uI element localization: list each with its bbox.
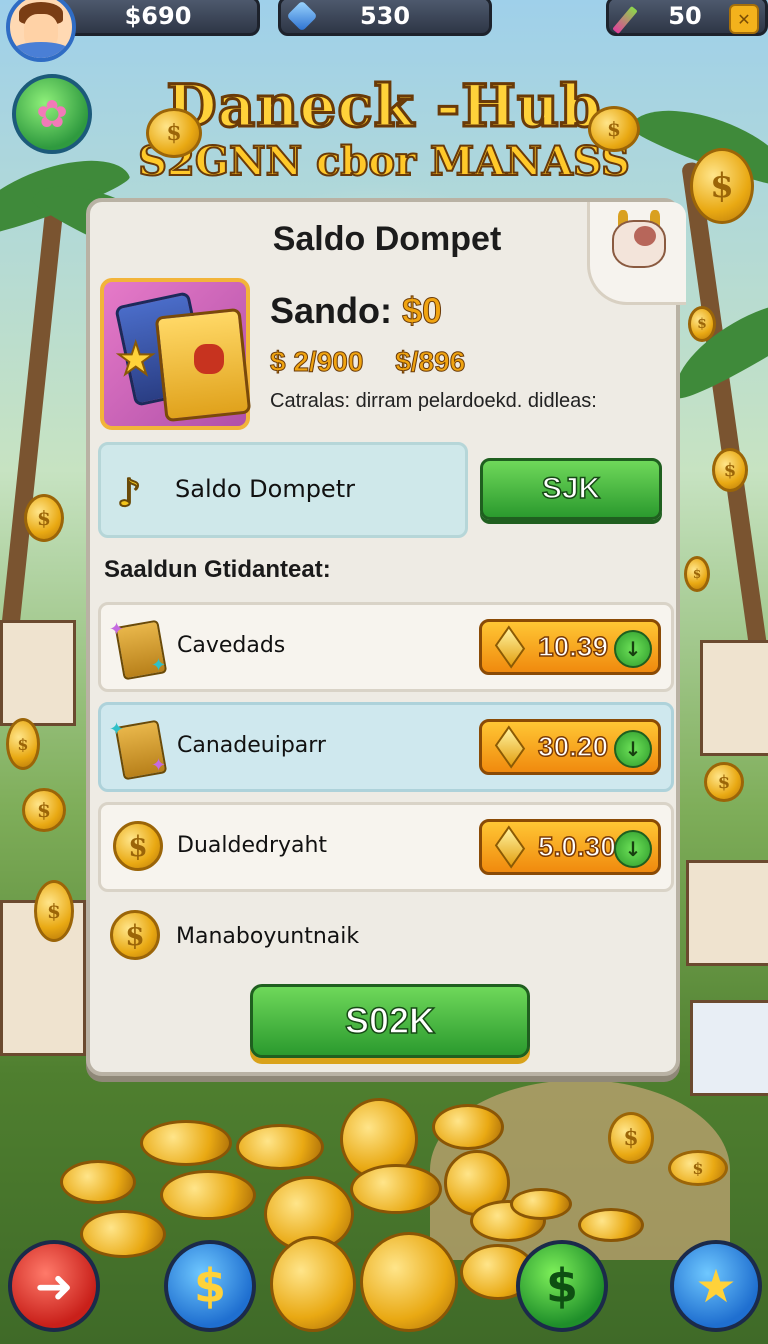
game-subtitle: S2GNN cbor MANASS (137, 137, 631, 186)
sparkle-icon: ✦ (151, 755, 167, 776)
list-item[interactable]: ✦ ✦ Cavedads 10.39 ↓ (98, 602, 674, 692)
sub-amounts: $ 2/900 $/896 (269, 346, 489, 378)
house-left (0, 620, 76, 726)
house-right-bottom (690, 1000, 768, 1096)
floating-coin-icon: $ (608, 1112, 654, 1164)
coin-pile (578, 1208, 644, 1242)
wallet-label: Saldo Dompetr (175, 475, 355, 503)
card-icon: ✦ ✦ (109, 619, 168, 681)
gem-value: 530 (359, 2, 411, 30)
sparkle-icon: ✦ (109, 619, 125, 640)
item-label: Cavedads (177, 633, 286, 658)
wallet-confirm-label: SJK (541, 471, 601, 506)
coin-pile (80, 1210, 166, 1258)
card-pack-image: ★ (100, 278, 252, 430)
pencil-value: 50 (668, 2, 702, 30)
wallet-confirm-button[interactable]: SJK (480, 458, 662, 520)
floating-coin-icon: $ (704, 762, 744, 802)
gold-gem-icon (494, 825, 526, 869)
gold-gem-icon (494, 625, 526, 669)
wallet-panel: Saldo Dompet ★ Sando: $0 $ 2/900 $/896 C… (86, 198, 686, 1076)
pencil-icon (612, 5, 638, 35)
floating-coin-icon: $ (6, 718, 40, 770)
price-value: 10.39 (537, 630, 609, 663)
coin-icon: $ (110, 910, 160, 960)
floating-coin-icon: $ (22, 788, 66, 832)
price-button[interactable]: 5.0.30 ↓ (479, 819, 661, 875)
list-item-selected[interactable]: ✦ ✦ Canadeuiparr 30.20 ↓ (98, 702, 674, 792)
sparkle-icon: ✦ (151, 655, 167, 676)
coin-pile (160, 1170, 256, 1220)
item-label: Canadeuiparr (177, 733, 326, 758)
floating-coin-icon: $ (712, 448, 748, 492)
music-note-icon: ♪ (116, 470, 142, 516)
star-icon: ★ (115, 333, 156, 386)
coin-pile (60, 1160, 136, 1204)
dollar-icon: $ (193, 1259, 226, 1313)
price-button[interactable]: 10.39 ↓ (479, 619, 661, 675)
favorites-button[interactable]: ★ (670, 1240, 762, 1332)
section-label: Saaldun Gtidanteat: (104, 556, 331, 583)
download-arrow-icon: ↓ (614, 730, 652, 768)
coin-pile (350, 1164, 442, 1214)
dollar-icon: $ (545, 1259, 578, 1313)
amount-a: $ 2/900 (269, 346, 364, 378)
coin-icon-wrap: $ (113, 821, 167, 875)
shop-button[interactable]: $ (164, 1240, 256, 1332)
floating-coin-icon: $ (684, 556, 710, 592)
title-coin-icon: $ (588, 106, 640, 152)
price-value: 5.0.30 (537, 830, 616, 863)
price-button[interactable]: 30.20 ↓ (479, 719, 661, 775)
balance-label: Sando: (270, 290, 392, 331)
coin-icon: $ (113, 821, 163, 871)
pet-portrait[interactable] (587, 202, 686, 305)
description-text: Catralas: dirram pelardoekd. didleas: (270, 390, 597, 412)
coin-pile (360, 1232, 458, 1332)
title-coin-icon: $ (146, 108, 202, 158)
list-item[interactable]: $ Dualdedryaht 5.0.30 ↓ (98, 802, 674, 892)
sparkle-icon: ✦ (109, 719, 125, 740)
floating-coin-icon: $ (688, 306, 716, 342)
coin-pile (510, 1188, 572, 1220)
coin-pile (270, 1236, 356, 1332)
price-value: 30.20 (537, 730, 609, 763)
gem-icon (286, 0, 318, 32)
back-arrow-icon: ➜ (34, 1259, 74, 1313)
floating-coin-icon: $ (34, 880, 74, 942)
item-label: Dualdedryaht (177, 833, 328, 858)
card-seal (194, 344, 224, 374)
coin-pile (140, 1120, 232, 1166)
main-confirm-label: S02K (344, 999, 436, 1042)
game-title: Daneck -Hub (165, 71, 602, 142)
download-arrow-icon: ↓ (614, 630, 652, 668)
gem-counter[interactable]: 530 (278, 0, 492, 36)
back-button[interactable]: ➜ (8, 1240, 100, 1332)
amount-b: $/896 (395, 346, 466, 378)
player-avatar[interactable] (6, 0, 76, 62)
palm-trunk-right (681, 161, 768, 719)
pencil-counter[interactable]: 50 ✕ (606, 0, 768, 36)
money-value: $690 (124, 2, 192, 30)
main-confirm-button[interactable]: S02K (250, 984, 530, 1058)
balance-value: $0 (402, 290, 443, 332)
close-box-icon[interactable]: ✕ (729, 4, 759, 34)
gold-gem-icon (494, 725, 526, 769)
house-right-lower (686, 860, 768, 966)
house-right (700, 640, 768, 756)
balance-line: Sando: $0 (270, 290, 443, 332)
item-label: Manaboyuntnaik (176, 924, 360, 949)
star-icon: ★ (695, 1259, 737, 1313)
cash-button[interactable]: $ (516, 1240, 608, 1332)
avatar-shirt (13, 42, 69, 58)
wallet-field[interactable]: ♪ Saldo Dompetr (98, 442, 468, 538)
money-counter[interactable]: $690 (56, 0, 260, 36)
floating-coin-icon: $ (24, 494, 64, 542)
card-icon: ✦ ✦ (109, 719, 168, 781)
coin-pile (236, 1124, 324, 1170)
coin-pile (432, 1104, 504, 1150)
top-bar: $690 530 50 ✕ (0, 0, 768, 62)
floating-coin-icon: $ (668, 1150, 728, 1186)
download-arrow-icon: ↓ (614, 830, 652, 868)
pet-spot (634, 226, 656, 246)
